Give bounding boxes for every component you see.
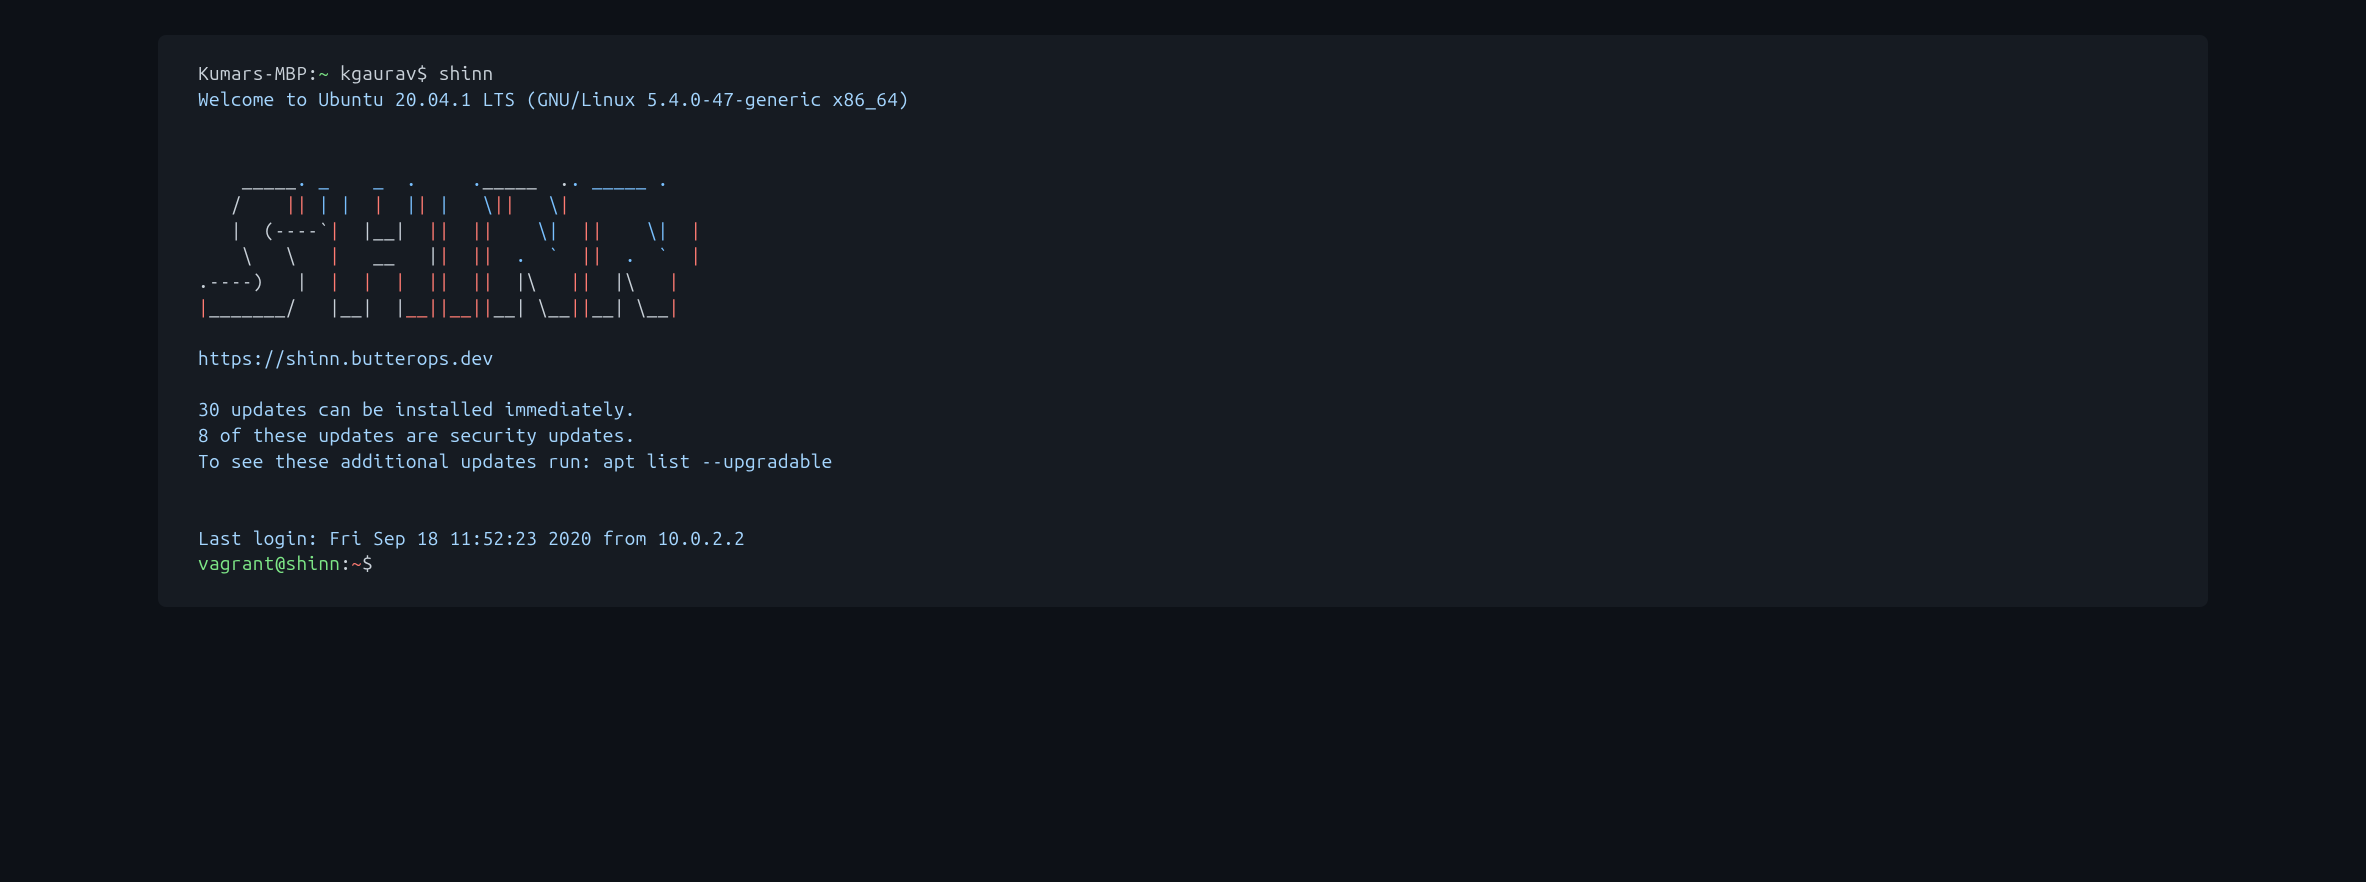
updates-line-1: 30 updates can be installed immediately. bbox=[198, 397, 2168, 423]
remote-prompt-line[interactable]: vagrant@shinn:~$ bbox=[198, 551, 2168, 577]
blank-line bbox=[198, 112, 2168, 138]
blank-line bbox=[198, 500, 2168, 526]
blank-line bbox=[198, 474, 2168, 500]
remote-userhost: vagrant@shinn bbox=[198, 552, 340, 574]
command: shinn bbox=[439, 62, 494, 84]
local-user: kgaurav$ bbox=[329, 62, 438, 84]
updates-line-3: To see these additional updates run: apt… bbox=[198, 449, 2168, 475]
local-host: Kumars-MBP bbox=[198, 62, 307, 84]
terminal-window[interactable]: Kumars-MBP:~ kgaurav$ shinn Welcome to U… bbox=[158, 35, 2208, 607]
local-prompt-line: Kumars-MBP:~ kgaurav$ shinn bbox=[198, 61, 2168, 87]
ascii-art-banner: _____. _ _ . ._____ .. _____ . / || | | … bbox=[198, 141, 2168, 320]
remote-path: ~ bbox=[351, 552, 362, 574]
local-sep: : bbox=[307, 62, 318, 84]
blank-line bbox=[198, 372, 2168, 398]
local-path: ~ bbox=[318, 62, 329, 84]
remote-dollar: $ bbox=[362, 552, 373, 574]
project-url: https://shinn.butterops.dev bbox=[198, 346, 2168, 372]
blank-line bbox=[198, 320, 2168, 346]
last-login-line: Last login: Fri Sep 18 11:52:23 2020 fro… bbox=[198, 526, 2168, 552]
welcome-line: Welcome to Ubuntu 20.04.1 LTS (GNU/Linux… bbox=[198, 87, 2168, 113]
remote-sep: : bbox=[340, 552, 351, 574]
updates-line-2: 8 of these updates are security updates. bbox=[198, 423, 2168, 449]
